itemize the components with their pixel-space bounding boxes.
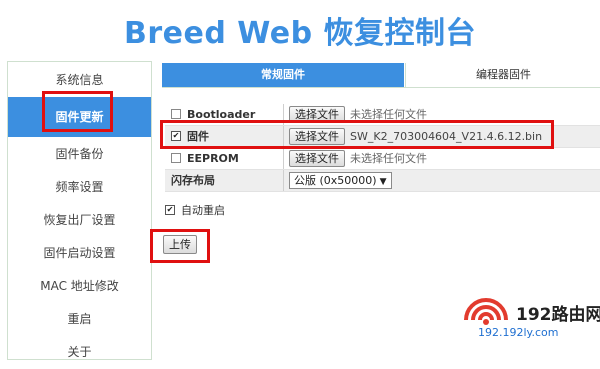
column-divider: [283, 170, 284, 191]
watermark-logo: 192路由网 192.192ly.com: [458, 296, 600, 356]
page-title: Breed Web 恢复控制台: [123, 16, 477, 51]
auto-reboot-option[interactable]: ✔ 自动重启: [165, 204, 225, 218]
flash-layout-row: 闪存布局 公版 (0x50000) ▼: [165, 170, 600, 192]
dropdown-arrow-icon: ▼: [379, 177, 387, 187]
sidebar-item-boot-settings[interactable]: 固件启动设置: [8, 237, 151, 270]
eeprom-label: EEPROM: [187, 152, 239, 165]
bootloader-checkbox[interactable]: [171, 109, 181, 119]
eeprom-checkbox[interactable]: [171, 153, 181, 163]
flash-layout-value: 公版 (0x50000): [294, 174, 377, 187]
tab-programmer-firmware[interactable]: 编程器固件: [405, 63, 600, 88]
sidebar-item-about[interactable]: 关于: [8, 336, 151, 369]
firmware-tabs: 常规固件 编程器固件: [162, 63, 600, 88]
highlight-box-sidebar: [42, 91, 113, 132]
column-divider: [283, 148, 284, 169]
wifi-icon: [464, 298, 508, 325]
sidebar-item-reboot[interactable]: 重启: [8, 303, 151, 336]
highlight-box-upload: [150, 229, 210, 263]
flash-layout-label: 闪存布局: [171, 174, 215, 187]
highlight-box-firmware-row: [160, 120, 554, 149]
auto-reboot-checkbox[interactable]: ✔: [165, 205, 175, 215]
tab-divider: [162, 87, 600, 88]
eeprom-row: EEPROM 选择文件 未选择任何文件: [165, 148, 600, 170]
sidebar-item-firmware-backup[interactable]: 固件备份: [8, 138, 151, 171]
sidebar-item-factory-reset[interactable]: 恢复出厂设置: [8, 204, 151, 237]
auto-reboot-label: 自动重启: [181, 204, 225, 217]
eeprom-choose-file-button[interactable]: 选择文件: [289, 150, 345, 167]
tab-regular-firmware[interactable]: 常规固件: [162, 63, 404, 87]
flash-layout-select[interactable]: 公版 (0x50000) ▼: [289, 172, 392, 189]
sidebar-item-frequency[interactable]: 频率设置: [8, 171, 151, 204]
eeprom-file-name: 未选择任何文件: [350, 152, 427, 165]
watermark-brand: 192路由网: [516, 305, 600, 325]
sidebar-item-mac-address[interactable]: MAC 地址修改: [8, 270, 151, 303]
watermark-site: 192.192ly.com: [478, 326, 559, 339]
